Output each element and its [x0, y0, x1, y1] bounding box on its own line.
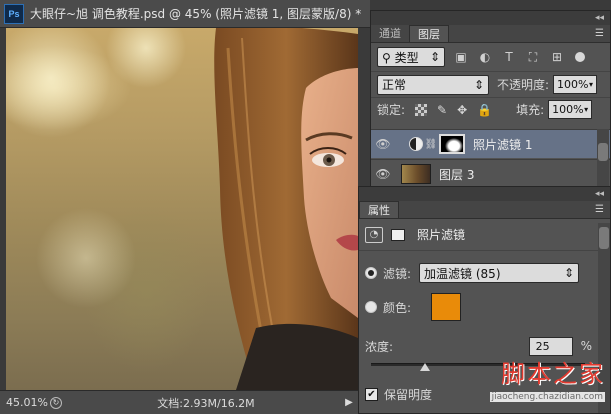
preserve-luminosity-label: 保留明度 — [384, 387, 433, 402]
photo-filter-icon: ◔ — [365, 226, 383, 243]
fill-field[interactable]: 100% ▾ — [548, 100, 593, 119]
opacity-label: 不透明度: — [497, 78, 550, 92]
zoom-level[interactable]: 45.01% — [0, 396, 50, 409]
layer-thumbnail[interactable] — [401, 164, 431, 184]
density-unit: % — [580, 339, 592, 353]
tab-layers[interactable]: 图层 — [409, 25, 449, 42]
filter-label: 滤镜: — [383, 266, 412, 281]
preserve-luminosity-row: ✔ 保留明度 — [359, 381, 610, 407]
tab-channels[interactable]: 通道 — [371, 25, 409, 42]
status-bar: 45.01% ↻ 文档:2.93M/16.2M ▶ — [0, 390, 358, 414]
collapse-icon[interactable]: ◂◂ — [595, 13, 604, 23]
lock-label: 锁定: — [377, 103, 406, 117]
blend-row: 正常 ⇕ 不透明度: 100% ▾ — [371, 71, 610, 97]
document-tab[interactable]: Ps 大眼仔~旭 调色教程.psd @ 45% (照片滤镜 1, 图层蒙版/8)… — [0, 0, 370, 28]
portrait-photo — [6, 28, 358, 390]
scrollbar-thumb[interactable] — [599, 227, 609, 249]
document-title: 大眼仔~旭 调色教程.psd @ 45% (照片滤镜 1, 图层蒙版/8) * — [30, 7, 362, 21]
lock-image-icon[interactable]: ✎ — [437, 103, 447, 117]
dropdown-arrow-icon: ▾ — [589, 80, 594, 89]
dropdown-arrow-icon: ⇕ — [429, 50, 440, 64]
layers-tabs: 通道 图层 ☰ — [371, 25, 610, 43]
slider-knob[interactable] — [419, 363, 430, 371]
collapse-icon[interactable]: ◂◂ — [595, 189, 604, 199]
panel-menu-icon[interactable]: ☰ — [595, 204, 604, 215]
panel-collapse-bar[interactable]: ◂◂ — [359, 187, 610, 201]
search-icon: ⚲ — [382, 50, 395, 65]
layer-row-layer3[interactable]: 👁 图层 3 — [371, 159, 610, 188]
smart-object-filter-icon[interactable]: ⊞ — [549, 50, 565, 64]
adjustment-filter-icon[interactable]: ◐ — [477, 50, 493, 64]
document-size: 文档:2.93M/16.2M — [157, 396, 255, 410]
filter-radio[interactable] — [365, 267, 377, 279]
layer-row-photo-filter[interactable]: 👁 ⛓ 照片滤镜 1 — [371, 129, 610, 158]
lock-row: 锁定: ✎ ✥ 🔒 填充: 100% ▾ — [371, 97, 610, 121]
properties-panel: ◂◂ 属性 ☰ ◔ 照片滤镜 滤镜: 加温滤镜 (85) ⇕ 颜色: 浓度: 2… — [358, 186, 611, 414]
layer-name[interactable]: 照片滤镜 1 — [473, 136, 532, 153]
dropdown-arrow-icon: ⇕ — [473, 77, 484, 92]
kind-filter-dropdown[interactable]: ⚲ 类型 ⇕ — [377, 47, 445, 67]
chain-link-icon[interactable]: ⛓ — [423, 139, 439, 150]
color-label: 颜色: — [383, 300, 412, 315]
properties-scrollbar[interactable] — [598, 223, 610, 413]
lock-transparent-icon[interactable] — [415, 103, 428, 116]
properties-tabs: 属性 ☰ — [359, 201, 610, 219]
properties-body: ◔ 照片滤镜 滤镜: 加温滤镜 (85) ⇕ 颜色: 浓度: 25 % ✔ 保留… — [359, 219, 610, 407]
shape-filter-icon[interactable]: ⛶ — [525, 50, 541, 64]
filter-row: ⚲ 类型 ⇕ ▣ ◐ T ⛶ ⊞ — [371, 43, 610, 71]
dropdown-arrow-icon: ⇕ — [563, 266, 575, 280]
preserve-luminosity-checkbox[interactable]: ✔ — [365, 387, 378, 401]
visibility-eye-icon[interactable]: 👁 — [371, 137, 395, 151]
tab-properties[interactable]: 属性 — [359, 201, 399, 218]
layers-panel: ◂◂ 通道 图层 ☰ ⚲ 类型 ⇕ ▣ ◐ T ⛶ ⊞ 正常 ⇕ 不透明度: 1… — [370, 10, 611, 195]
density-row: 浓度: 25 % — [359, 333, 610, 359]
density-label: 浓度: — [365, 339, 394, 354]
fill-label: 填充: — [516, 103, 545, 117]
filter-toggle-icon[interactable] — [575, 52, 585, 62]
share-icon[interactable]: ↻ — [50, 396, 62, 409]
adjustment-layer-icon — [409, 137, 423, 151]
lock-position-icon[interactable]: ✥ — [457, 103, 467, 117]
density-slider[interactable] — [359, 359, 610, 375]
layer-mask-thumbnail[interactable] — [439, 134, 465, 154]
check-icon: ✔ — [367, 388, 376, 400]
photoshop-logo-icon: Ps — [4, 3, 24, 24]
adjustment-header: ◔ 照片滤镜 — [359, 219, 610, 251]
lock-all-icon[interactable]: 🔒 — [477, 103, 492, 117]
color-swatch[interactable] — [431, 293, 462, 321]
blend-mode-dropdown[interactable]: 正常 ⇕ — [377, 74, 489, 95]
scrollbar-thumb[interactable] — [598, 143, 608, 161]
filter-option-row: 滤镜: 加温滤镜 (85) ⇕ — [359, 257, 610, 289]
color-radio[interactable] — [365, 301, 377, 313]
panel-collapse-bar[interactable]: ◂◂ — [371, 11, 610, 25]
color-option-row: 颜色: — [359, 289, 610, 325]
image-canvas[interactable] — [6, 28, 358, 390]
visibility-eye-icon[interactable]: 👁 — [371, 167, 395, 181]
status-menu-arrow-icon[interactable]: ▶ — [340, 397, 358, 408]
filter-select[interactable]: 加温滤镜 (85) ⇕ — [419, 263, 580, 283]
adjustment-title: 照片滤镜 — [417, 228, 466, 242]
panel-menu-icon[interactable]: ☰ — [595, 28, 604, 39]
density-input[interactable]: 25 — [528, 336, 573, 356]
dropdown-arrow-icon: ▾ — [584, 105, 589, 114]
slider-track[interactable] — [371, 363, 585, 366]
layer-name[interactable]: 图层 3 — [439, 166, 474, 183]
mask-icon[interactable] — [391, 228, 405, 241]
opacity-field[interactable]: 100% ▾ — [553, 75, 598, 94]
type-filter-icon[interactable]: T — [501, 50, 517, 64]
image-filter-icon[interactable]: ▣ — [453, 50, 469, 64]
photoshop-window: { "document": { "app_badge": "Ps", "titl… — [0, 0, 611, 414]
